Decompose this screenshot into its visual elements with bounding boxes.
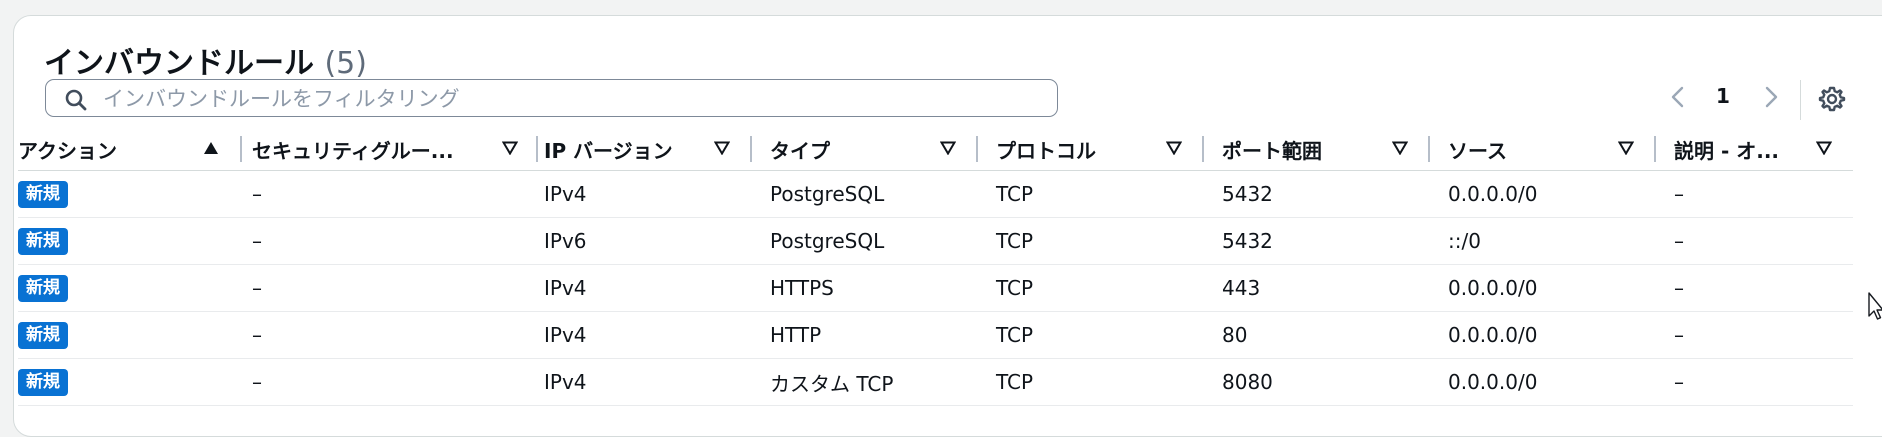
- sort-ascending-icon[interactable]: [203, 141, 219, 155]
- column-header-action[interactable]: アクション: [18, 126, 244, 171]
- column-header-protocol[interactable]: プロトコル: [996, 126, 1222, 171]
- table-row: 新規 – IPv4 HTTPS TCP 443 0.0.0.0/0 –: [18, 264, 1853, 312]
- column-label: ポート範囲: [1222, 139, 1322, 163]
- pagination-divider: [1800, 80, 1801, 120]
- cell-security-group: –: [244, 170, 544, 218]
- cell-protocol: TCP: [996, 170, 1222, 218]
- cell-description: –: [1674, 170, 1853, 218]
- mouse-pointer-icon: [1868, 292, 1882, 320]
- cell-type: HTTPS: [770, 264, 996, 312]
- cell-type: HTTP: [770, 311, 996, 359]
- chevron-left-icon[interactable]: [1663, 82, 1693, 112]
- column-header-security-group[interactable]: セキュリティグルー...: [244, 126, 544, 171]
- cell-action: 新規: [18, 358, 244, 406]
- new-badge: 新規: [18, 275, 68, 302]
- cell-description: –: [1674, 311, 1853, 359]
- cell-source: 0.0.0.0/0: [1448, 170, 1674, 218]
- search-icon: [65, 89, 87, 111]
- cell-security-group: –: [244, 311, 544, 359]
- cell-port-range: 8080: [1222, 358, 1448, 406]
- column-label: IP バージョン: [544, 139, 673, 163]
- cell-ip-version: IPv6: [544, 217, 770, 265]
- column-label: プロトコル: [996, 139, 1096, 163]
- cell-security-group: –: [244, 358, 544, 406]
- cell-description: –: [1674, 358, 1853, 406]
- chevron-right-icon[interactable]: [1756, 82, 1786, 112]
- cell-type: カスタム TCP: [770, 358, 996, 406]
- cell-security-group: –: [244, 217, 544, 265]
- cell-action: 新規: [18, 264, 244, 312]
- sort-icon[interactable]: [1618, 141, 1634, 155]
- column-label: タイプ: [770, 139, 830, 163]
- cell-security-group: –: [244, 264, 544, 312]
- sort-icon[interactable]: [1166, 141, 1182, 155]
- table-row: 新規 – IPv4 カスタム TCP TCP 8080 0.0.0.0/0 –: [18, 358, 1853, 406]
- cell-ip-version: IPv4: [544, 264, 770, 312]
- new-badge: 新規: [18, 369, 68, 396]
- filter-search-box[interactable]: [45, 79, 1058, 117]
- column-resizer[interactable]: [750, 136, 752, 162]
- sort-icon[interactable]: [714, 141, 730, 155]
- cell-source: ::/0: [1448, 217, 1674, 265]
- table-row: 新規 – IPv4 PostgreSQL TCP 5432 0.0.0.0/0 …: [18, 170, 1853, 218]
- table-row: 新規 – IPv6 PostgreSQL TCP 5432 ::/0 –: [18, 217, 1853, 265]
- panel-title: インバウンドルール (5): [44, 38, 367, 82]
- panel-title-text: インバウンドルール: [44, 46, 314, 81]
- column-header-ip-version[interactable]: IP バージョン: [544, 126, 770, 171]
- cell-protocol: TCP: [996, 264, 1222, 312]
- new-badge: 新規: [18, 322, 68, 349]
- cell-description: –: [1674, 217, 1853, 265]
- sort-icon[interactable]: [940, 141, 956, 155]
- cell-type: PostgreSQL: [770, 170, 996, 218]
- table-row: 新規 – IPv4 HTTP TCP 80 0.0.0.0/0 –: [18, 311, 1853, 359]
- column-label: ソース: [1448, 139, 1507, 163]
- column-resizer[interactable]: [976, 136, 978, 162]
- sort-icon[interactable]: [1392, 141, 1408, 155]
- cell-protocol: TCP: [996, 358, 1222, 406]
- cell-ip-version: IPv4: [544, 311, 770, 359]
- column-resizer[interactable]: [240, 136, 242, 162]
- column-label: アクション: [18, 139, 117, 163]
- column-resizer[interactable]: [1654, 136, 1656, 162]
- cell-ip-version: IPv4: [544, 358, 770, 406]
- cell-port-range: 80: [1222, 311, 1448, 359]
- cell-protocol: TCP: [996, 311, 1222, 359]
- cell-port-range: 443: [1222, 264, 1448, 312]
- inbound-rules-table: アクション セキュリティグルー... IP バージョン タイプ プロトコル ポー…: [18, 126, 1853, 406]
- cell-source: 0.0.0.0/0: [1448, 358, 1674, 406]
- sort-icon[interactable]: [1816, 141, 1832, 155]
- gear-icon[interactable]: [1818, 85, 1846, 113]
- column-header-description[interactable]: 説明 - オ...: [1674, 126, 1853, 171]
- column-header-type[interactable]: タイプ: [770, 126, 996, 171]
- new-badge: 新規: [18, 228, 68, 255]
- column-resizer[interactable]: [536, 136, 538, 162]
- cell-ip-version: IPv4: [544, 170, 770, 218]
- cell-action: 新規: [18, 311, 244, 359]
- cell-port-range: 5432: [1222, 170, 1448, 218]
- column-label: 説明 - オ...: [1674, 139, 1780, 163]
- column-resizer[interactable]: [1202, 136, 1204, 162]
- cell-action: 新規: [18, 217, 244, 265]
- cell-port-range: 5432: [1222, 217, 1448, 265]
- new-badge: 新規: [18, 181, 68, 208]
- table-header-row: アクション セキュリティグルー... IP バージョン タイプ プロトコル ポー…: [18, 126, 1853, 171]
- cell-action: 新規: [18, 170, 244, 218]
- filter-search-input[interactable]: [101, 83, 1005, 115]
- rule-count: (5): [324, 46, 367, 81]
- sort-icon[interactable]: [502, 141, 518, 155]
- cell-source: 0.0.0.0/0: [1448, 264, 1674, 312]
- cell-protocol: TCP: [996, 217, 1222, 265]
- column-label: セキュリティグルー...: [252, 139, 454, 163]
- column-resizer[interactable]: [1428, 136, 1430, 162]
- cell-type: PostgreSQL: [770, 217, 996, 265]
- column-header-port-range[interactable]: ポート範囲: [1222, 126, 1448, 171]
- column-header-source[interactable]: ソース: [1448, 126, 1674, 171]
- page-number-current[interactable]: 1: [1708, 84, 1738, 108]
- cell-description: –: [1674, 264, 1853, 312]
- cell-source: 0.0.0.0/0: [1448, 311, 1674, 359]
